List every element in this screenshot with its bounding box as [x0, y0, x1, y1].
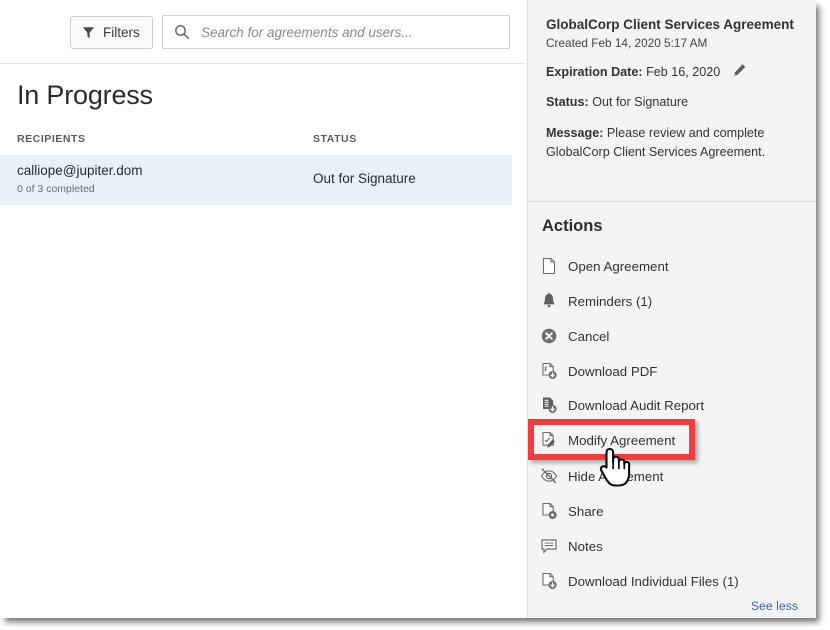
action-label: Cancel	[568, 329, 609, 344]
cancel-circle-icon	[540, 327, 558, 345]
pencil-icon[interactable]	[732, 63, 747, 78]
download-pdf-icon	[540, 362, 558, 380]
recipient-email: calliope@jupiter.dom	[17, 163, 143, 178]
action-label: Hide Agreement	[568, 469, 663, 484]
action-notes[interactable]: Notes	[540, 533, 810, 559]
panel-divider	[528, 201, 816, 202]
action-label: Open Agreement	[568, 259, 669, 274]
see-less-link[interactable]: See less	[751, 599, 798, 613]
column-header-recipients: RECIPIENTS	[17, 133, 86, 145]
action-label: Notes	[568, 539, 603, 554]
search-icon	[174, 24, 190, 40]
agreement-summary: GlobalCorp Client Services Agreement Cre…	[528, 0, 816, 176]
funnel-icon	[82, 26, 95, 39]
application-window: Filters In Progress RECIPIENTS STATUS ca…	[0, 0, 816, 618]
list-item[interactable]: calliope@jupiter.dom 0 of 3 completed Ou…	[0, 155, 512, 205]
status-label: Status:	[546, 95, 589, 109]
action-label: Share	[568, 504, 603, 519]
list-column-headers: RECIPIENTS STATUS	[0, 130, 512, 154]
recipient-progress: 0 of 3 completed	[17, 183, 95, 195]
eye-slash-icon	[540, 467, 558, 485]
column-header-status: STATUS	[313, 133, 357, 145]
filters-button-label: Filters	[103, 25, 140, 40]
download-report-icon	[540, 396, 558, 414]
action-open-agreement[interactable]: Open Agreement	[540, 253, 810, 279]
action-label: Download PDF	[568, 364, 657, 379]
search-box[interactable]	[162, 15, 510, 49]
page-title: In Progress	[17, 80, 153, 111]
expiration-date-row: Expiration Date: Feb 16, 2020	[546, 63, 798, 81]
action-cancel[interactable]: Cancel	[540, 323, 810, 349]
agreements-list-panel: Filters In Progress RECIPIENTS STATUS ca…	[0, 0, 526, 618]
action-label: Download Individual Files (1)	[568, 574, 739, 589]
expiration-date-value: Feb 16, 2020	[646, 65, 720, 79]
modify-document-icon	[540, 431, 558, 449]
document-icon	[540, 257, 558, 275]
message-label: Message:	[546, 126, 603, 140]
agreement-title: GlobalCorp Client Services Agreement	[546, 16, 798, 33]
actions-heading: Actions	[542, 217, 603, 236]
search-input[interactable]	[199, 24, 493, 41]
action-label: Modify Agreement	[568, 433, 675, 448]
action-label: Reminders (1)	[568, 294, 652, 309]
status-row: Status: Out for Signature	[546, 94, 798, 111]
bell-icon	[540, 292, 558, 310]
action-modify-agreement[interactable]: Modify Agreement	[540, 427, 810, 453]
expiration-date-label: Expiration Date:	[546, 65, 643, 79]
action-reminders[interactable]: Reminders (1)	[540, 288, 810, 314]
notes-icon	[540, 537, 558, 555]
download-files-icon	[540, 572, 558, 590]
agreement-created-date: Created Feb 14, 2020 5:17 AM	[546, 36, 798, 50]
toolbar: Filters	[0, 0, 526, 64]
message-row: Message: Please review and complete Glob…	[546, 124, 798, 162]
status-value: Out for Signature	[592, 95, 688, 109]
filters-button[interactable]: Filters	[70, 16, 153, 49]
action-hide-agreement[interactable]: Hide Agreement	[540, 463, 810, 489]
action-download-individual-files[interactable]: Download Individual Files (1)	[540, 568, 810, 594]
action-share[interactable]: Share	[540, 498, 810, 524]
status-badge: Out for Signature	[313, 171, 416, 186]
share-document-icon	[540, 502, 558, 520]
action-label: Download Audit Report	[568, 398, 704, 413]
action-download-pdf[interactable]: Download PDF	[540, 358, 810, 384]
action-download-audit-report[interactable]: Download Audit Report	[540, 392, 810, 418]
